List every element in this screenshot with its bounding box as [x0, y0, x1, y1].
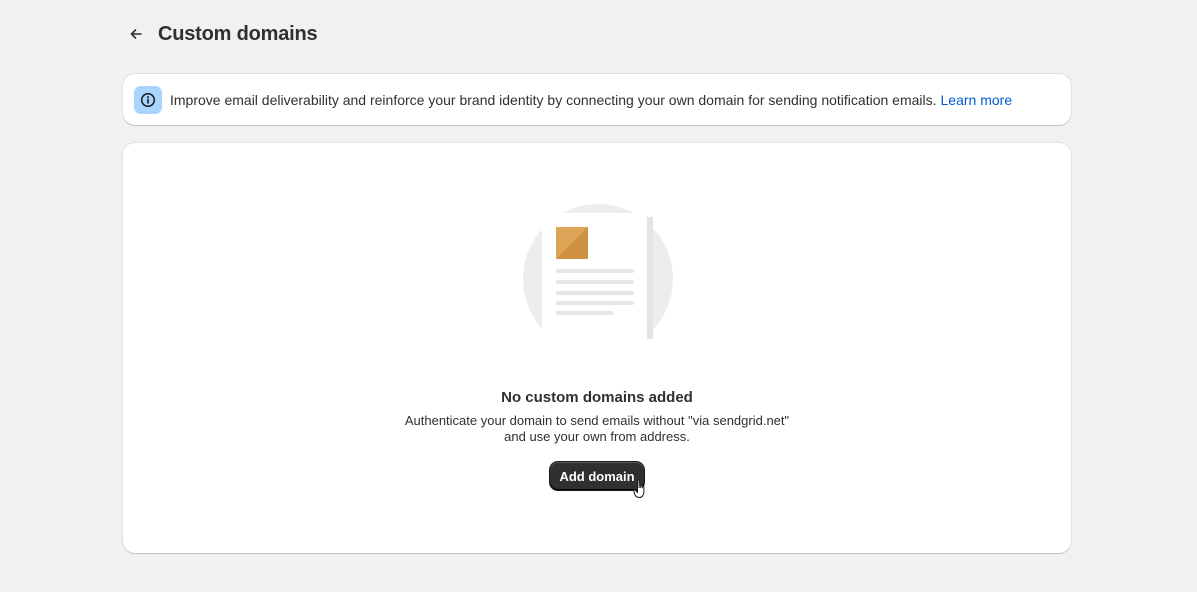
page-header: Custom domains — [124, 22, 318, 46]
empty-state-description: Authenticate your domain to send emails … — [123, 413, 1071, 445]
hand-pointer-icon — [633, 479, 645, 498]
description-line-1: Authenticate your domain to send emails … — [404, 413, 790, 428]
learn-more-link[interactable]: Learn more — [941, 92, 1013, 108]
info-banner: Improve email deliverability and reinfor… — [123, 74, 1071, 125]
back-button[interactable] — [124, 22, 148, 46]
add-domain-button[interactable]: Add domain — [550, 462, 644, 490]
description-line-2: and use your own from address. — [504, 429, 690, 444]
info-icon — [134, 85, 162, 114]
page-title: Custom domains — [158, 22, 318, 45]
arrow-left-icon — [130, 29, 142, 39]
banner-text: Improve email deliverability and reinfor… — [170, 92, 1012, 108]
banner-message: Improve email deliverability and reinfor… — [170, 91, 937, 108]
document-illustration — [523, 204, 673, 339]
empty-state-heading: No custom domains added — [501, 389, 693, 406]
empty-state-card: No custom domains added Authenticate you… — [123, 143, 1071, 553]
